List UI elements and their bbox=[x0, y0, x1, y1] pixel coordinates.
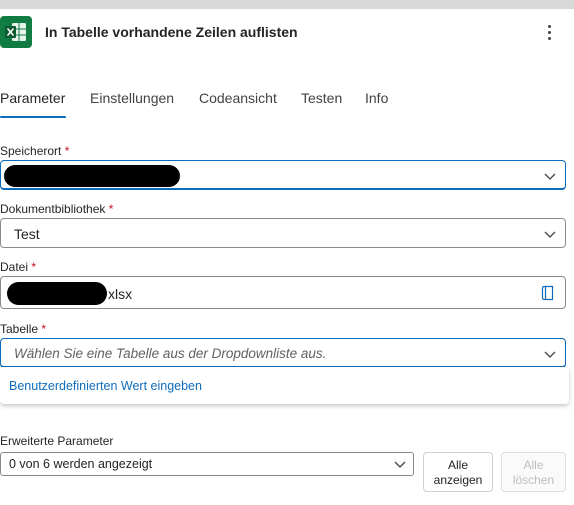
speicherort-label: Speicherort * bbox=[0, 144, 70, 158]
action-title: In Tabelle vorhandene Zeilen auflisten bbox=[45, 24, 298, 40]
tab-info[interactable]: Info bbox=[365, 90, 388, 106]
datei-label: Datei * bbox=[0, 260, 37, 274]
advanced-parameters-dropdown[interactable]: 0 von 6 werden angezeigt bbox=[0, 452, 414, 476]
chevron-down-icon bbox=[544, 351, 556, 358]
tabelle-label: Tabelle * bbox=[0, 322, 47, 336]
tab-codeansicht[interactable]: Codeansicht bbox=[199, 90, 277, 106]
datei-input[interactable]: xlsx bbox=[0, 276, 566, 309]
speicherort-dropdown[interactable] bbox=[0, 160, 566, 190]
redacted-filename bbox=[7, 282, 107, 305]
chevron-down-icon bbox=[394, 461, 406, 468]
show-all-label-1: Alle bbox=[447, 458, 468, 472]
dokumentbibliothek-dropdown[interactable]: Test bbox=[0, 218, 566, 248]
tab-bar: Parameter Einstellungen Codeansicht Test… bbox=[0, 84, 574, 120]
tabelle-placeholder: Wählen Sie eine Tabelle aus der Dropdown… bbox=[14, 346, 327, 361]
active-tab-indicator bbox=[0, 116, 66, 118]
action-header: In Tabelle vorhandene Zeilen auflisten bbox=[0, 14, 574, 50]
show-all-button[interactable]: Alle anzeigen bbox=[423, 452, 493, 492]
file-picker-icon[interactable] bbox=[541, 285, 555, 301]
redacted-value bbox=[4, 165, 180, 187]
tabelle-dropdown[interactable]: Wählen Sie eine Tabelle aus der Dropdown… bbox=[0, 338, 566, 368]
dokumentbibliothek-value: Test bbox=[14, 226, 40, 242]
dokumentbibliothek-label: Dokumentbibliothek * bbox=[0, 202, 114, 216]
advanced-parameters-label: Erweiterte Parameter bbox=[0, 434, 114, 448]
tab-parameter[interactable]: Parameter bbox=[0, 90, 65, 106]
tab-testen[interactable]: Testen bbox=[301, 90, 342, 106]
tabelle-dropdown-list: Benutzerdefinierten Wert eingeben bbox=[0, 367, 569, 404]
more-vertical-icon[interactable] bbox=[540, 22, 560, 42]
show-all-label-2: anzeigen bbox=[433, 473, 483, 487]
custom-value-option[interactable]: Benutzerdefinierten Wert eingeben bbox=[9, 379, 202, 393]
top-bar bbox=[0, 0, 574, 9]
advanced-parameters-value: 0 von 6 werden angezeigt bbox=[9, 457, 153, 471]
datei-extension: xlsx bbox=[108, 286, 133, 302]
tab-einstellungen[interactable]: Einstellungen bbox=[90, 90, 174, 106]
chevron-down-icon bbox=[544, 173, 556, 180]
clear-all-label-1: Alle bbox=[523, 458, 544, 472]
clear-all-button[interactable]: Alle löschen bbox=[501, 452, 566, 492]
excel-icon bbox=[0, 16, 32, 48]
chevron-down-icon bbox=[544, 231, 556, 238]
clear-all-label-2: löschen bbox=[512, 473, 555, 487]
